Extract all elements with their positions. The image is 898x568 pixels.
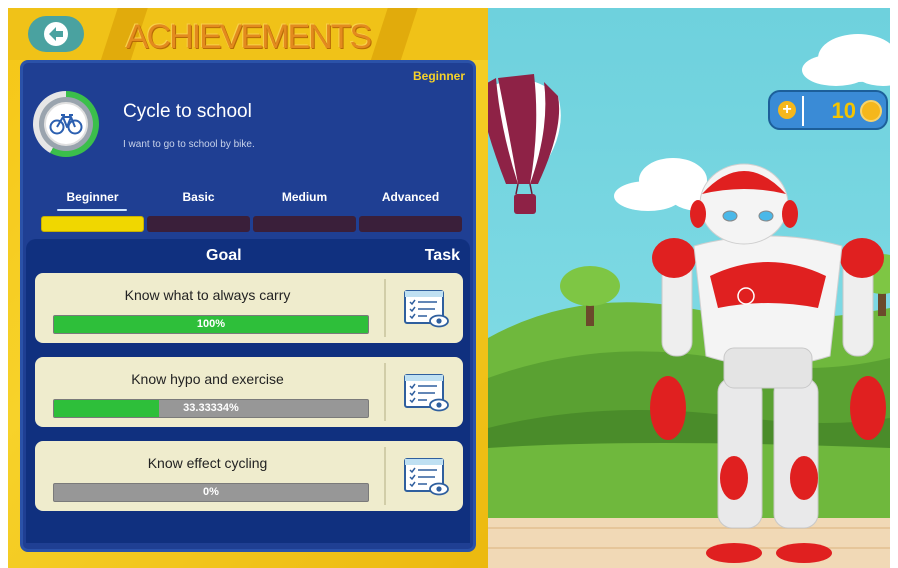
goals-list: Goal Task Know what to always carry 100% [26, 239, 470, 543]
coin-icon [860, 100, 882, 122]
tab-label: Basic [182, 190, 215, 204]
level-tabs: Beginner Basic Medium Advanced [41, 190, 462, 232]
robot-scene: + 10 [488, 8, 890, 568]
goal-progress-text: 0% [203, 486, 219, 498]
tab-basic[interactable]: Basic [147, 190, 250, 232]
goal-row: Know effect cycling 0% [35, 441, 463, 511]
achievement-card: Beginner Cycle to school I want to go to… [20, 60, 476, 552]
level-bar [253, 216, 356, 232]
achievement-progress-ring [33, 91, 99, 157]
achievement-title: Cycle to school [123, 101, 252, 122]
tab-advanced[interactable]: Advanced [359, 190, 462, 232]
tab-label: Beginner [66, 190, 119, 204]
hot-air-balloon-icon [488, 74, 561, 214]
coin-count: 10 [831, 98, 856, 123]
goal-column-header: Goal [206, 247, 242, 264]
tab-label: Advanced [381, 190, 440, 204]
tab-label: Medium [281, 190, 328, 204]
plus-icon[interactable]: + [778, 101, 796, 119]
goal-progress-text: 100% [196, 318, 226, 330]
goal-label: Know effect cycling [147, 455, 268, 471]
page-title: ACHIEVEMENTS [125, 18, 372, 56]
tab-beginner[interactable]: Beginner [41, 190, 144, 232]
goal-row: Know what to always carry 100% [35, 273, 463, 343]
goal-row: Know hypo and exercise 33.33334% [35, 357, 463, 427]
task-view-icon[interactable] [401, 373, 449, 413]
app-frame: ACHIEVEMENTS Beginner Cycle to school I … [8, 8, 890, 568]
goal-progress-text: 33.33334% [183, 402, 239, 414]
achievement-level-tag: Beginner [412, 69, 465, 83]
achievement-description: I want to go to school by bike. [123, 139, 255, 150]
level-bar [41, 216, 144, 232]
cloud-icon [802, 34, 890, 86]
level-bar [359, 216, 462, 232]
coin-counter: + 10 [768, 90, 888, 130]
goal-progress-bar: 33.33334% [53, 399, 369, 418]
goal-label: Know what to always carry [124, 287, 291, 303]
goal-progress-bar: 0% [53, 483, 369, 502]
achievements-panel-background: ACHIEVEMENTS Beginner Cycle to school I … [8, 8, 488, 568]
goal-progress-bar: 100% [53, 315, 369, 334]
task-column-header: Task [424, 247, 460, 264]
tab-medium[interactable]: Medium [253, 190, 356, 232]
task-view-icon[interactable] [401, 457, 449, 497]
level-bar [147, 216, 250, 232]
task-view-icon[interactable] [401, 289, 449, 329]
bicycle-icon [49, 114, 83, 135]
goal-label: Know hypo and exercise [131, 371, 284, 387]
